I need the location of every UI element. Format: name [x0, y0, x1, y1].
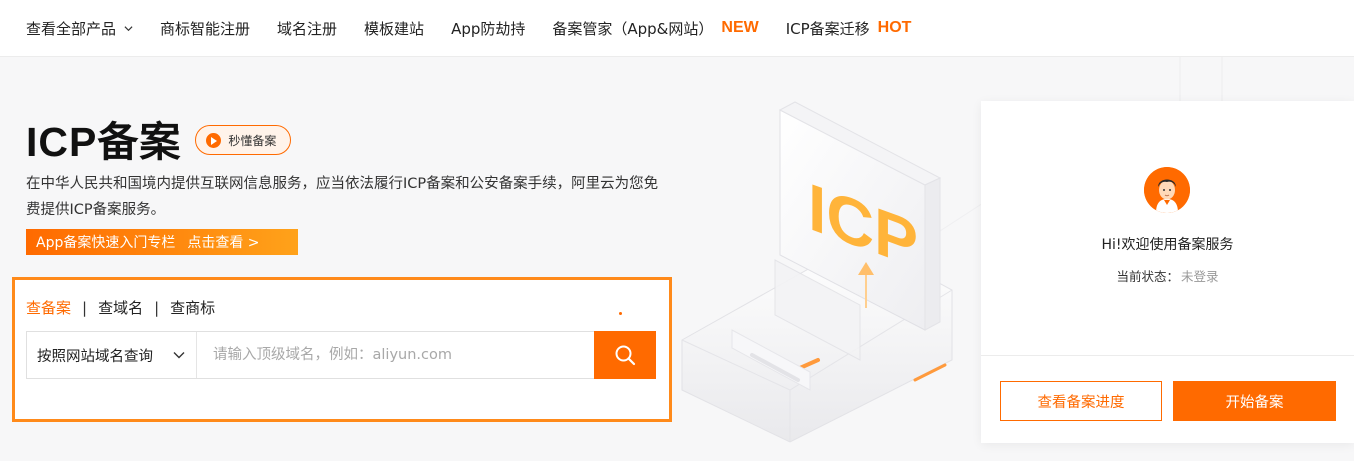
play-icon: [206, 132, 222, 148]
tab-check-filing[interactable]: 查备案: [26, 297, 71, 318]
search-button[interactable]: [594, 331, 656, 379]
chevron-down-icon: [173, 352, 185, 359]
welcome-message: Hi!欢迎使用备案服务: [1101, 237, 1234, 253]
query-type-value: 按照网站域名查询: [37, 348, 153, 365]
tab-check-trademark[interactable]: 查商标: [170, 297, 215, 318]
search-icon: [615, 345, 636, 366]
promo-text: App备案快速入门专栏: [36, 235, 176, 251]
icp-illustration: ICP: [681, 101, 953, 443]
tab-separator: |: [154, 298, 160, 317]
nav-item-label: 备案管家（App&网站）: [552, 19, 714, 38]
search-tabs: 查备案 | 查域名 | 查商标: [26, 297, 215, 318]
nav-domain-register[interactable]: 域名注册: [277, 18, 337, 39]
user-avatar-icon: [1144, 167, 1190, 213]
query-type-select[interactable]: 按照网站域名查询: [27, 332, 197, 378]
status-value: 未登录: [1181, 269, 1219, 284]
tab-separator: |: [82, 298, 88, 317]
decorative-dot: [619, 312, 622, 315]
video-intro-label: 秒懂备案: [228, 133, 277, 148]
nav-item-label: ICP备案迁移: [785, 19, 870, 38]
avatar: [1144, 167, 1190, 213]
tab-check-domain[interactable]: 查域名: [98, 297, 143, 318]
nav-trademark-register[interactable]: 商标智能注册: [160, 18, 250, 39]
status-label: 当前状态：: [1116, 269, 1179, 284]
check-filing-progress-button[interactable]: 查看备案进度: [1000, 381, 1162, 421]
page-description: 在中华人民共和国境内提供互联网信息服务，应当依法履行ICP备案和公安备案手续，阿…: [26, 176, 659, 218]
nav-item-label: 模板建站: [364, 19, 425, 38]
hot-badge: HOT: [877, 19, 912, 36]
nav-all-products[interactable]: 查看全部产品: [26, 18, 133, 39]
divider: [981, 355, 1354, 356]
promo-link: 点击查看 >: [187, 235, 260, 251]
nav-item-label: 商标智能注册: [160, 19, 251, 38]
nav-app-anti-hijack[interactable]: App防劫持: [451, 18, 525, 39]
top-nav: 查看全部产品 商标智能注册 域名注册 模板建站 App防劫持 备案管家（App&…: [0, 0, 1354, 57]
welcome-card: Hi!欢迎使用备案服务 当前状态： 未登录 查看备案进度 开始备案: [981, 101, 1354, 443]
nav-template-site[interactable]: 模板建站: [364, 18, 424, 39]
app-filing-promo-banner[interactable]: App备案快速入门专栏 点击查看 >: [26, 229, 298, 255]
domain-search-input[interactable]: [197, 332, 594, 378]
start-filing-button[interactable]: 开始备案: [1173, 381, 1336, 421]
nav-filing-manager[interactable]: 备案管家（App&网站） NEW: [552, 18, 758, 39]
nav-icp-migration[interactable]: ICP备案迁移 HOT: [786, 18, 912, 39]
search-bar: 按照网站域名查询: [26, 331, 656, 379]
chevron-down-icon: [124, 25, 133, 31]
login-status: 当前状态： 未登录: [981, 266, 1354, 285]
page-title: ICP备案: [26, 119, 182, 165]
nav-item-label: 查看全部产品: [26, 19, 117, 38]
video-intro-button[interactable]: 秒懂备案: [195, 125, 292, 155]
new-badge: NEW: [721, 19, 759, 36]
nav-item-label: 域名注册: [277, 19, 338, 38]
nav-item-label: App防劫持: [451, 19, 526, 38]
